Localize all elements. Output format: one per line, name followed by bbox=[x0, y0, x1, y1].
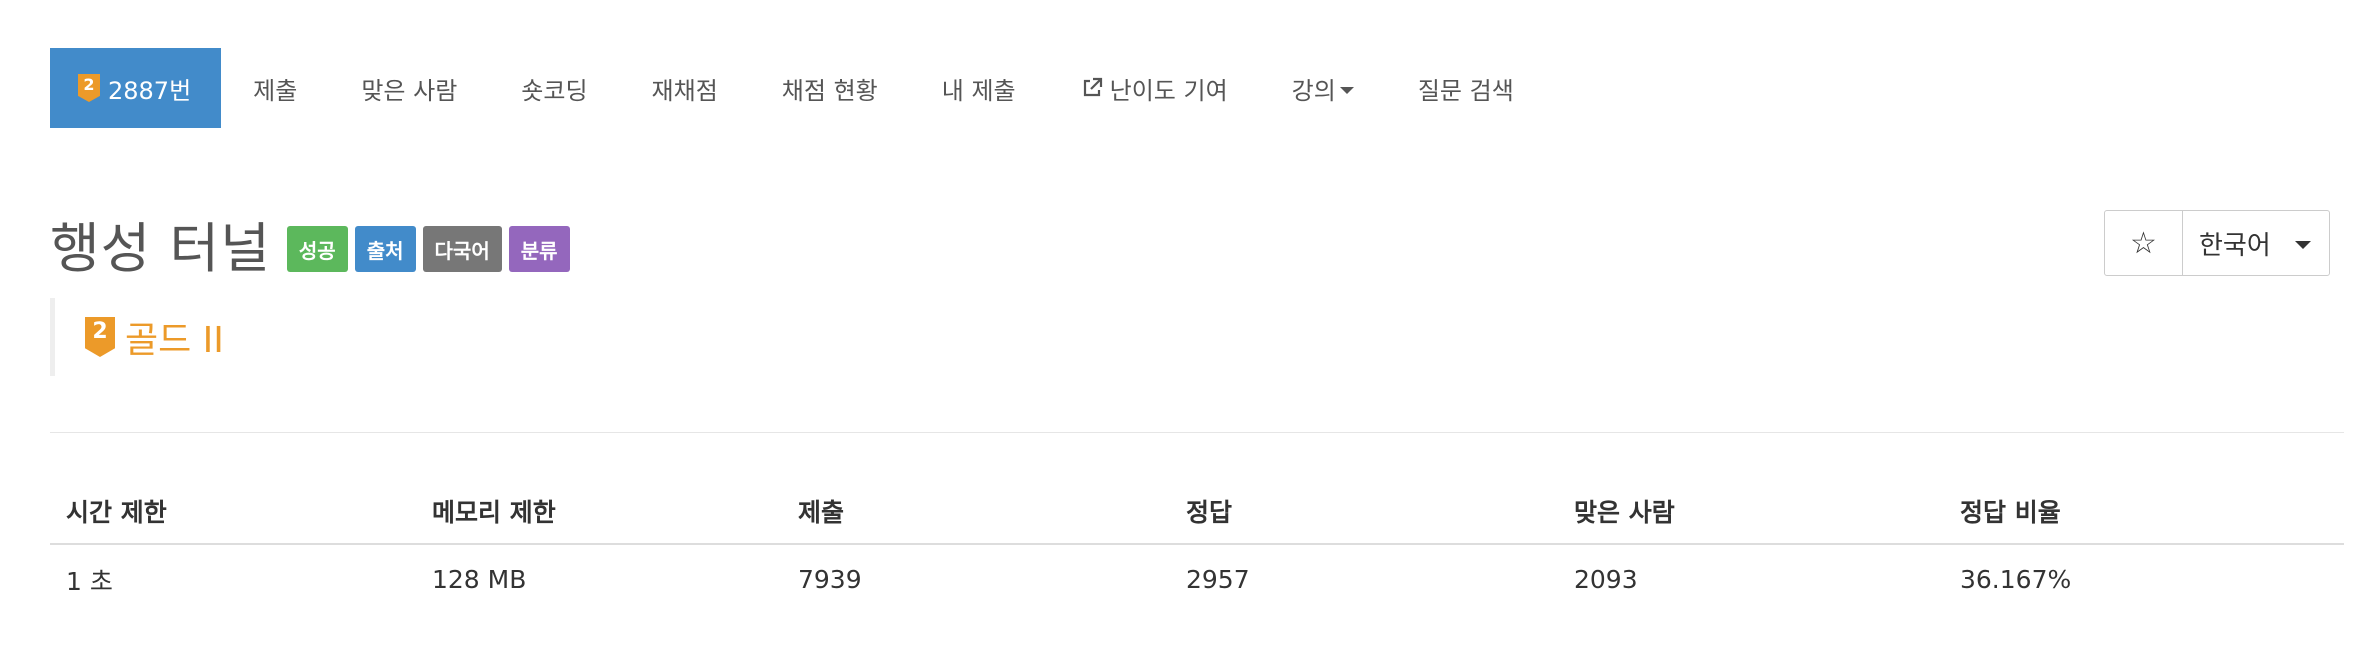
nav-my-submissions[interactable]: 내 제출 bbox=[910, 48, 1048, 128]
problem-title: 행성 터널 bbox=[50, 216, 271, 280]
star-icon: ☆ bbox=[2130, 225, 2157, 261]
memory-limit-value: 128 MB bbox=[432, 565, 527, 594]
accepted-users-value: 2093 bbox=[1574, 565, 1638, 594]
nav-status[interactable]: 채점 현황 bbox=[750, 48, 910, 128]
nav-accepted-users-label: 맞은 사람 bbox=[361, 76, 458, 105]
success-label[interactable]: 성공 bbox=[286, 226, 348, 272]
problem-number-label: 2887번 bbox=[108, 76, 192, 105]
nav-question-search[interactable]: 질문 검색 bbox=[1386, 48, 1546, 128]
header-accepted: 정답 bbox=[1170, 478, 1558, 545]
multilingual-label: 다국어 bbox=[422, 226, 502, 272]
gold-tier-icon: 2 bbox=[78, 74, 100, 102]
nav-lectures-label: 강의 bbox=[1291, 76, 1336, 105]
nav-question-search-label: 질문 검색 bbox=[1417, 76, 1514, 105]
language-label: 한국어 bbox=[2199, 230, 2271, 261]
header-submissions: 제출 bbox=[782, 478, 1170, 545]
source-label[interactable]: 출처 bbox=[354, 226, 416, 272]
table-header-row: 시간 제한 메모리 제한 제출 정답 맞은 사람 정답 비율 bbox=[50, 478, 2344, 545]
nav-submit[interactable]: 제출 bbox=[221, 48, 329, 128]
problem-page: 2 2887번 제출 맞은 사람 숏코딩 재채점 채점 현황 내 제출 난이도 … bbox=[0, 0, 2358, 658]
problem-info-table: 시간 제한 메모리 제한 제출 정답 맞은 사람 정답 비율 1 초 128 M… bbox=[50, 478, 2344, 614]
nav-difficulty-contribution[interactable]: 난이도 기여 bbox=[1048, 48, 1260, 128]
nav-difficulty-contribution-label: 난이도 기여 bbox=[1109, 76, 1228, 105]
nav-status-label: 채점 현황 bbox=[781, 76, 878, 105]
nav-rejudge-label: 재채점 bbox=[651, 76, 718, 105]
nav-lectures-dropdown[interactable]: 강의 bbox=[1260, 48, 1386, 128]
header-accepted-users: 맞은 사람 bbox=[1558, 478, 1944, 545]
nav-problem-number[interactable]: 2 2887번 bbox=[50, 48, 222, 128]
problem-actions: ☆ 한국어 bbox=[2104, 210, 2330, 276]
accepted-value: 2957 bbox=[1186, 565, 1250, 594]
problem-header: 행성 터널 성공 출처 다국어 분류 bbox=[50, 208, 577, 280]
caret-down-icon bbox=[1339, 86, 1354, 94]
time-limit-value: 1 초 bbox=[66, 566, 113, 596]
submissions-value: 7939 bbox=[798, 565, 862, 594]
tier-text: 골드 II bbox=[125, 320, 224, 361]
nav-rejudge[interactable]: 재채점 bbox=[620, 48, 750, 128]
header-accept-ratio: 정답 비율 bbox=[1944, 478, 2344, 545]
header-time-limit: 시간 제한 bbox=[50, 478, 416, 545]
nav-accepted-users[interactable]: 맞은 사람 bbox=[329, 48, 489, 128]
nav-short-coding-label: 숏코딩 bbox=[521, 76, 588, 105]
category-label[interactable]: 분류 bbox=[508, 226, 570, 272]
nav-short-coding[interactable]: 숏코딩 bbox=[489, 48, 619, 128]
external-link-icon bbox=[1080, 76, 1104, 100]
nav-my-submissions-label: 내 제출 bbox=[941, 76, 1016, 105]
nav-submit-label: 제출 bbox=[253, 76, 298, 105]
table-row: 1 초 128 MB 7939 2957 2093 36.167% bbox=[50, 544, 2344, 614]
problem-tier: 2 골드 II bbox=[50, 298, 224, 376]
accept-ratio-value: 36.167% bbox=[1960, 565, 2072, 594]
divider bbox=[50, 432, 2344, 433]
problem-nav: 2 2887번 제출 맞은 사람 숏코딩 재채점 채점 현황 내 제출 난이도 … bbox=[50, 48, 1546, 128]
gold-tier-icon: 2 bbox=[85, 317, 115, 357]
favorite-button[interactable]: ☆ bbox=[2105, 211, 2183, 275]
header-memory-limit: 메모리 제한 bbox=[416, 478, 782, 545]
caret-down-icon bbox=[2295, 241, 2311, 249]
language-select[interactable]: 한국어 bbox=[2183, 211, 2329, 275]
